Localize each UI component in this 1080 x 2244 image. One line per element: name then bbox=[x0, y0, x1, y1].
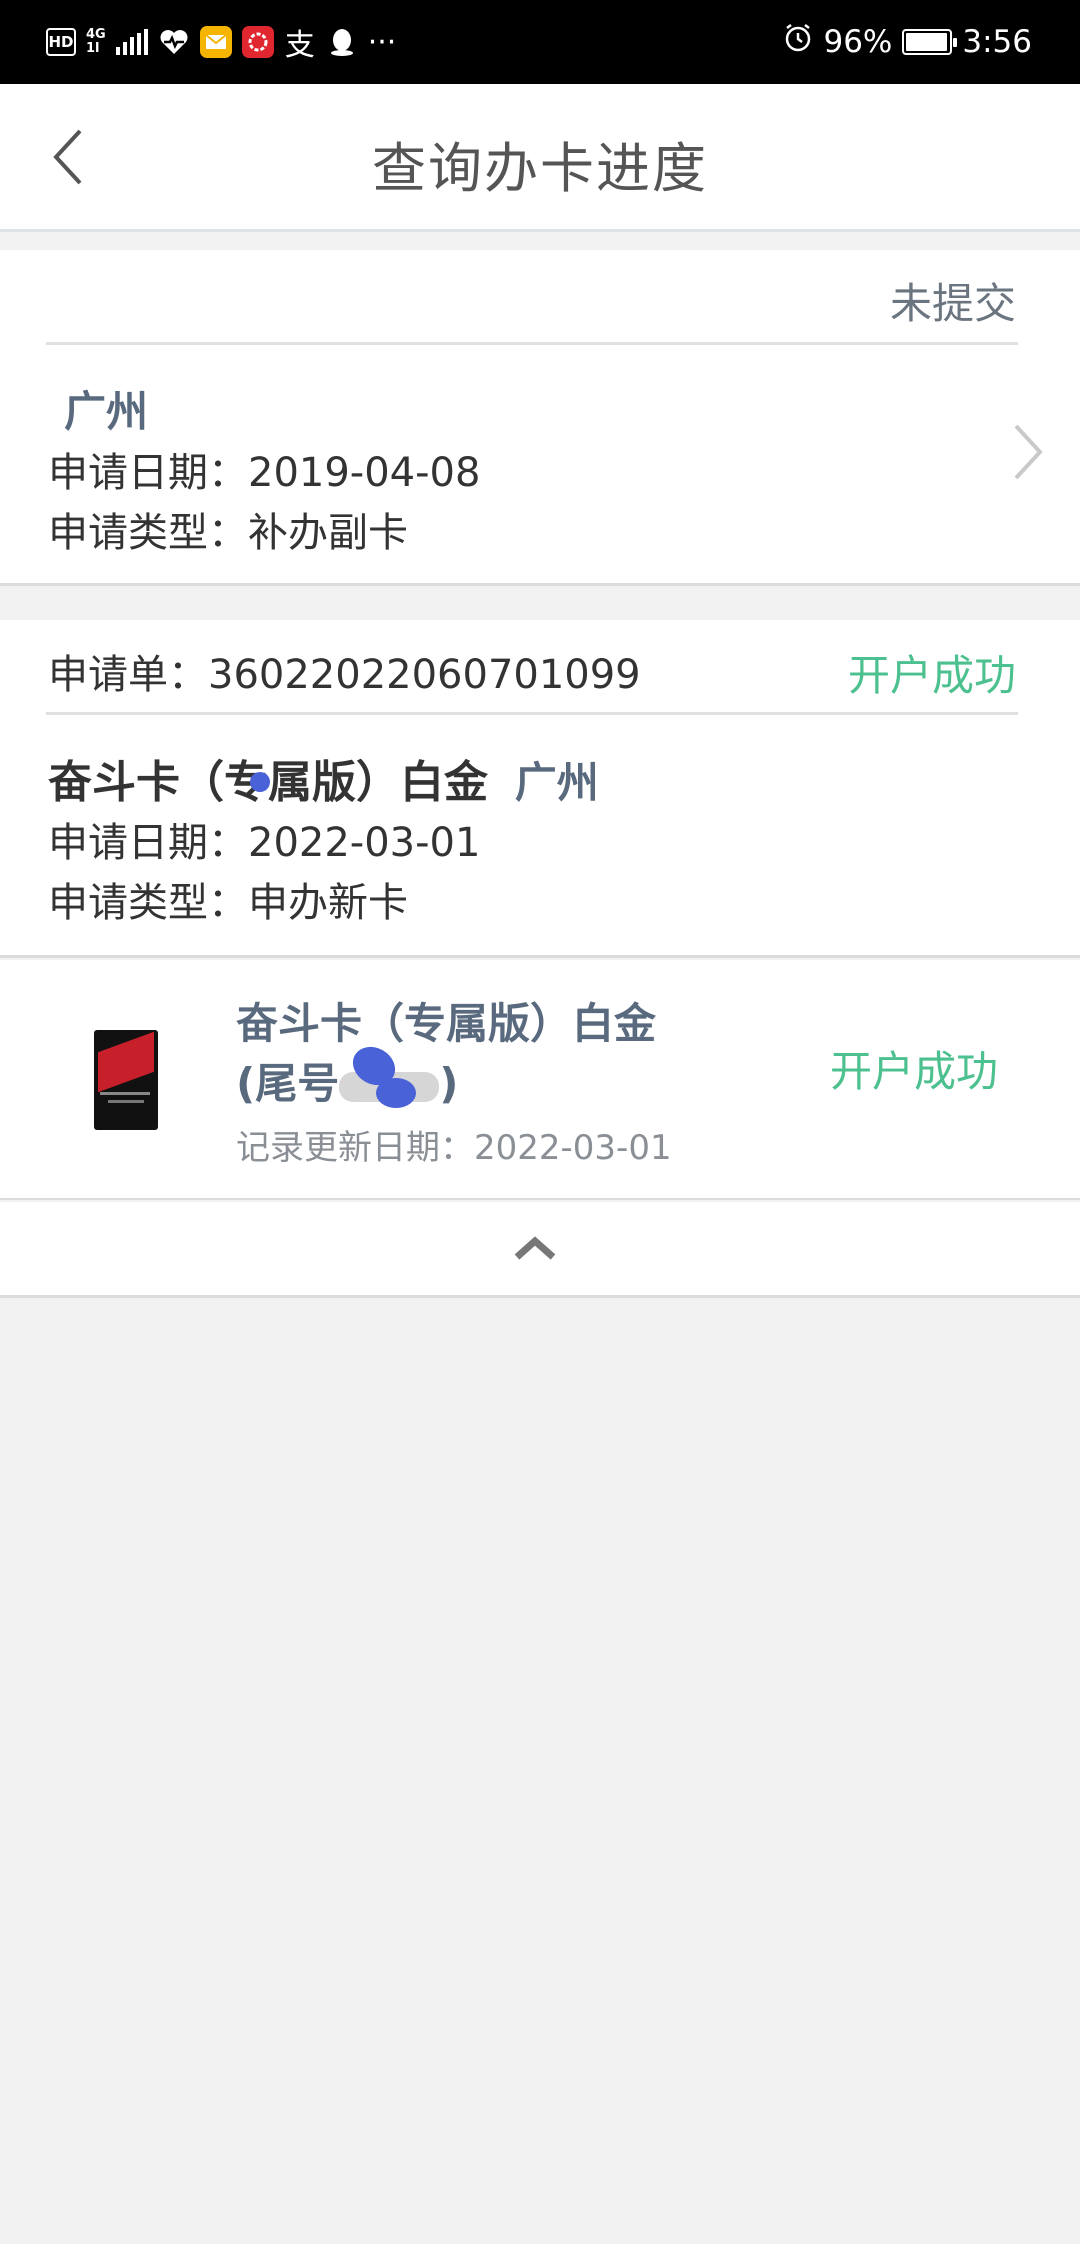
shopping-app-icon bbox=[241, 26, 274, 58]
clock: 3:56 bbox=[962, 24, 1032, 60]
alarm-icon bbox=[783, 23, 813, 61]
more-notifications: ··· bbox=[367, 24, 397, 60]
apply-type: 申请类型：补办副卡 bbox=[48, 510, 408, 556]
order-number: 申请单：36022022060701099 bbox=[48, 652, 641, 698]
application-card-1[interactable]: 未提交 广州 申请日期：2019-04-08 申请类型：补办副卡 bbox=[0, 250, 1080, 586]
qq-icon bbox=[326, 26, 358, 58]
divider bbox=[46, 342, 1018, 345]
apply-date: 申请日期：2022-03-01 bbox=[48, 820, 481, 866]
divider bbox=[46, 712, 1018, 715]
mail-app-icon bbox=[199, 26, 232, 58]
redaction-mark bbox=[376, 1078, 416, 1108]
card-title-row: 奋斗卡（专属版）白金 广州 bbox=[48, 746, 599, 810]
collapse-bar bbox=[0, 1202, 1080, 1298]
alipay-icon: 支 bbox=[284, 28, 315, 63]
record-update-date: 记录更新日期：2022-03-01 bbox=[236, 1128, 672, 1168]
record-status: 开户成功 bbox=[829, 1047, 998, 1096]
apply-date: 申请日期：2019-04-08 bbox=[48, 450, 481, 496]
status-bar: HD 4G 1l 支 ··· 96% 3:56 bbox=[0, 0, 1080, 84]
signal-icon bbox=[115, 29, 148, 55]
chevron-right-icon bbox=[1010, 422, 1046, 486]
card-record[interactable]: 奋斗卡（专属版）白金 (尾号) 记录更新日期：2022-03-01 开户成功 bbox=[0, 960, 1080, 1200]
card-tail-number: (尾号) bbox=[236, 1059, 459, 1108]
chevron-up-icon bbox=[514, 1236, 556, 1260]
record-card-name: 奋斗卡（专属版）白金 bbox=[236, 999, 657, 1048]
application-card-2[interactable]: 申请单：36022022060701099 开户成功 奋斗卡（专属版）白金 广州… bbox=[0, 620, 1080, 958]
city-label: 广州 bbox=[514, 758, 599, 807]
status-label: 未提交 bbox=[889, 279, 1016, 328]
page-title: 查询办卡进度 bbox=[372, 137, 708, 200]
nav-bar: 查询办卡进度 bbox=[0, 84, 1080, 232]
battery-percent: 96% bbox=[823, 24, 893, 60]
city-label: 广州 bbox=[64, 387, 149, 436]
health-app-icon bbox=[158, 26, 190, 58]
card-thumbnail bbox=[94, 1030, 158, 1130]
status-label: 开户成功 bbox=[847, 651, 1016, 700]
network-type: 4G 1l bbox=[86, 27, 106, 56]
hd-badge: HD bbox=[46, 28, 76, 56]
collapse-button[interactable] bbox=[505, 1222, 565, 1272]
battery-level bbox=[906, 33, 947, 51]
apply-type: 申请类型：申办新卡 bbox=[48, 880, 408, 926]
battery-icon bbox=[902, 29, 958, 55]
redaction-mark bbox=[250, 772, 270, 792]
